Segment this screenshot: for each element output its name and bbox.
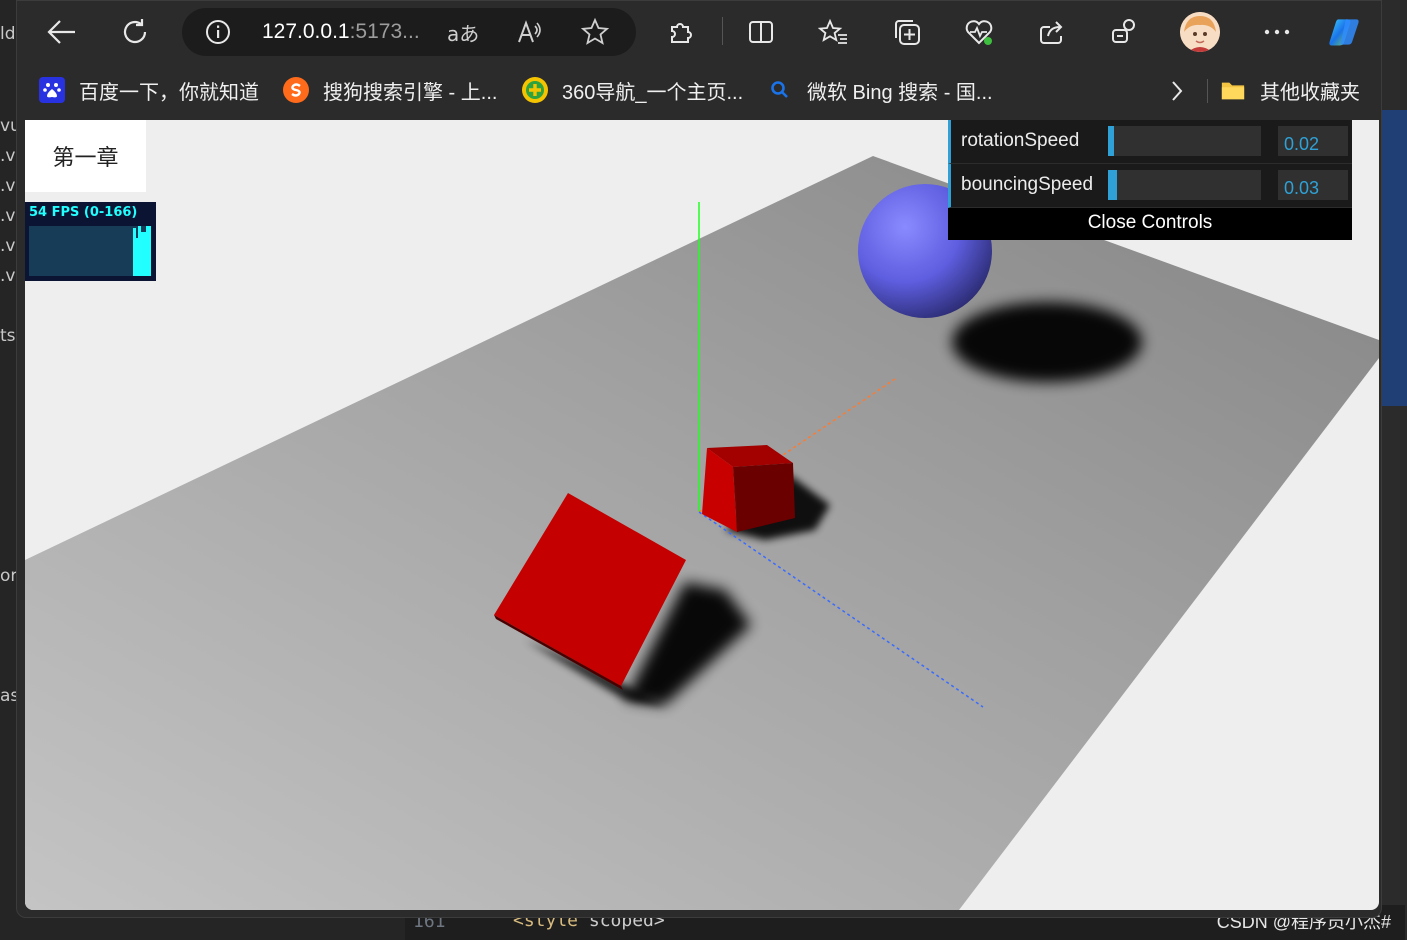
ground-plane [25,156,1379,910]
favorite-star-icon[interactable] [580,17,610,51]
folder-icon [1220,77,1246,103]
bouncing-speed-input[interactable]: 0.03 [1278,170,1348,200]
bookmark-baidu[interactable]: 百度一下，你就知道 [39,75,259,105]
gui-row-rotation-speed: rotationSpeed 0.02 [948,120,1352,164]
site-info-icon[interactable] [204,18,232,50]
other-favorites-folder[interactable]: 其他收藏夹 [1220,75,1360,105]
bouncing-speed-slider[interactable] [1108,170,1261,200]
gui-label-bouncing-speed: bouncingSpeed [961,174,1094,195]
translate-icon[interactable]: aあ [447,18,479,47]
favorites-list-icon[interactable] [815,14,851,50]
bing-search-icon [767,77,793,103]
split-screen-icon[interactable] [743,14,779,50]
gui-label-rotation-speed: rotationSpeed [961,130,1080,151]
rotation-speed-slider[interactable] [1108,126,1261,156]
more-options-icon[interactable] [1259,14,1295,50]
chapter-button[interactable]: 第一章 [25,120,146,192]
profile-avatar[interactable] [1180,12,1220,52]
collections-icon[interactable] [889,14,925,50]
rotation-speed-input[interactable]: 0.02 [1278,126,1348,156]
fps-stats-panel[interactable]: 54 FPS (0-166) [25,202,156,281]
webgl-canvas[interactable]: 第一章 54 FPS (0-166) rotationSpeed 0.02 bo… [25,120,1379,910]
bookmarks-overflow-chevron-icon[interactable] [1159,73,1195,109]
gui-row-bouncing-speed: bouncingSpeed 0.03 [948,164,1352,208]
feedback-icon[interactable] [1107,14,1143,50]
bookmark-360[interactable]: 360导航_一个主页... [522,75,743,105]
sogou-icon [283,77,309,103]
toolbar-divider [722,17,723,45]
360-icon [522,77,548,103]
bookmarks-divider [1207,79,1208,103]
address-bar[interactable]: 127.0.0.1:5173... aあ [182,8,636,56]
desktop: ld vu .v .v .v .v .v ts or as 161 <style… [0,0,1407,940]
sphere-shadow [952,302,1142,382]
editor-sidebar-fragment: ld vu .v .v .v .v .v ts or as [0,0,21,940]
bookmark-sogou[interactable]: 搜狗搜索引擎 - 上... [283,75,497,105]
read-aloud-icon[interactable] [515,18,543,50]
close-controls-button[interactable]: Close Controls [948,208,1352,240]
refresh-icon[interactable] [117,14,153,50]
baidu-icon [39,77,65,103]
url-text[interactable]: 127.0.0.1:5173... [262,20,420,44]
back-arrow-icon[interactable] [44,14,80,50]
copilot-icon[interactable] [1326,14,1362,50]
extensions-icon[interactable] [663,14,699,50]
fps-label: 54 FPS (0-166) [29,205,138,220]
bookmarks-bar: 百度一下，你就知道 搜狗搜索引擎 - 上... 360导航_一个主页... 微软… [17,63,1381,119]
browser-window: 127.0.0.1:5173... aあ 百度一下，你就知道 搜狗搜索引擎 - … [16,0,1382,918]
share-icon[interactable] [1034,14,1070,50]
fps-graph [29,226,151,276]
dat-gui-panel: rotationSpeed 0.02 bouncingSpeed 0.03 Cl… [948,120,1352,240]
browser-health-icon[interactable] [961,14,997,50]
bookmark-bing[interactable]: 微软 Bing 搜索 - 国... [767,75,993,105]
browser-toolbar: 127.0.0.1:5173... aあ [17,1,1381,63]
editor-scrollbar[interactable] [1381,0,1407,940]
